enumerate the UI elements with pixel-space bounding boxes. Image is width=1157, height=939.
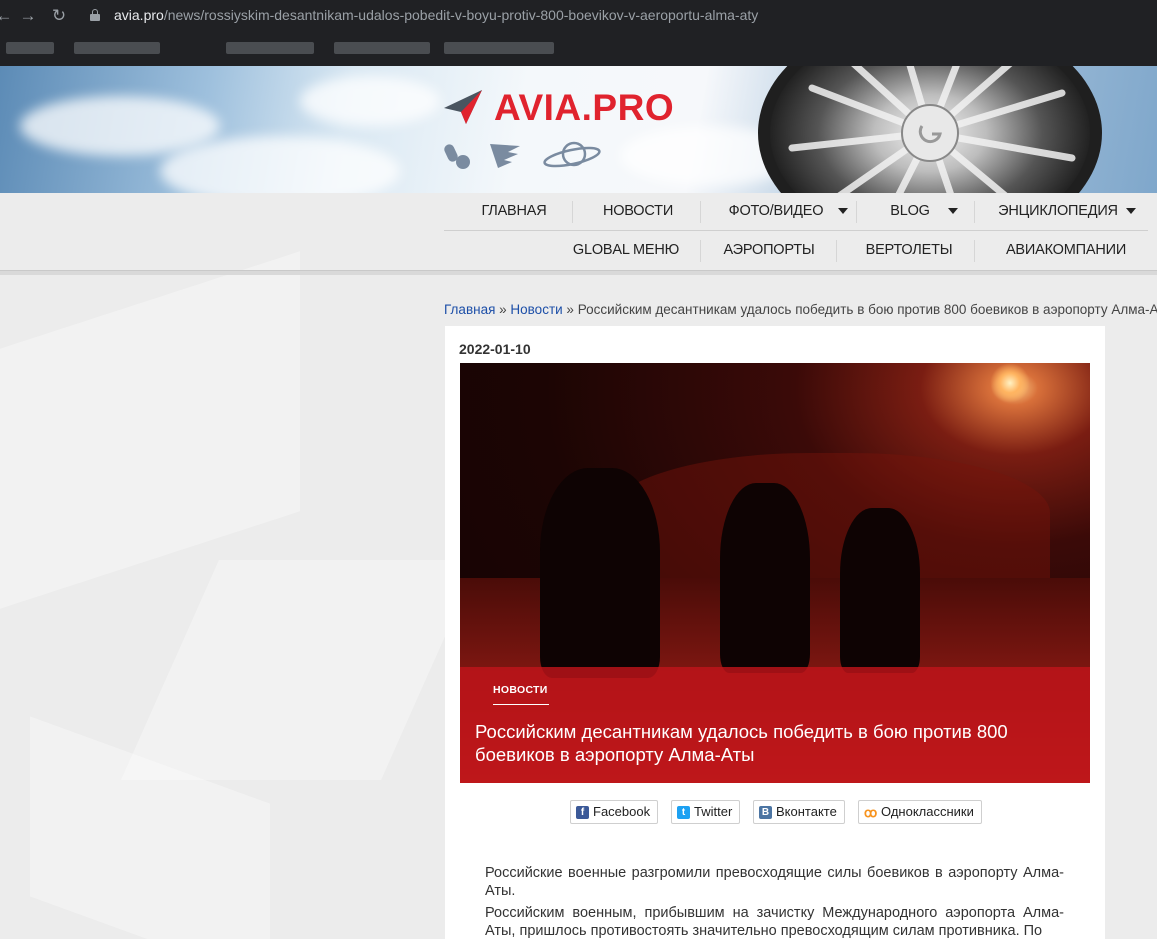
chevron-down-icon[interactable] — [1126, 208, 1136, 214]
hero-figure — [840, 508, 920, 673]
bookmarks-bar — [0, 32, 1157, 66]
article-card: 2022-01-10 НОВОСТИ Российским десантника… — [445, 326, 1105, 939]
bookmark-item[interactable] — [334, 42, 430, 54]
breadcrumb-news-link[interactable]: Новости — [510, 302, 562, 317]
background-decoration — [0, 251, 300, 609]
share-facebook-button[interactable]: f Facebook — [570, 800, 659, 824]
hero-lamp — [990, 363, 1030, 403]
facebook-icon: f — [576, 806, 589, 819]
article-title: Российским десантникам удалось победить … — [475, 721, 1008, 765]
nav-separator — [856, 201, 857, 223]
browser-address-bar: ← → ↻ avia.pro/news/rossiyskim-desantnik… — [0, 0, 1157, 32]
nav-item-helicopters[interactable]: ВЕРТОЛЕТЫ — [854, 232, 964, 270]
chevron-down-icon[interactable] — [948, 208, 958, 214]
hero-caption-overlay: НОВОСТИ Российским десантникам удалось п… — [460, 667, 1090, 783]
category-underline — [493, 704, 549, 705]
hero-building — [610, 453, 1050, 583]
forward-arrow-icon[interactable]: → — [18, 6, 38, 26]
article-category[interactable]: НОВОСТИ — [493, 684, 548, 696]
breadcrumb-home-link[interactable]: Главная — [444, 302, 495, 317]
wings-icon[interactable] — [488, 140, 522, 170]
nav-row-secondary: GLOBAL МЕНЮ АЭРОПОРТЫ ВЕРТОЛЕТЫ АВИАКОМП… — [444, 232, 1148, 270]
nav-item-airports[interactable]: АЭРОПОРТЫ — [714, 232, 824, 270]
article-date: 2022-01-10 — [459, 341, 531, 357]
chevron-down-icon[interactable] — [838, 208, 848, 214]
url-text: avia.pro/news/rossiyskim-desantnikam-uda… — [114, 7, 759, 23]
breadcrumb-separator: » — [495, 302, 511, 317]
paper-plane-icon — [444, 90, 482, 124]
bookmark-item[interactable] — [444, 42, 554, 54]
pills-icon[interactable] — [444, 140, 472, 170]
bookmark-item[interactable] — [74, 42, 160, 54]
share-twitter-button[interactable]: t Twitter — [671, 800, 741, 824]
nav-item-photo-video[interactable]: ФОТО/ВИДЕО — [722, 193, 830, 231]
vk-icon: B — [759, 806, 772, 819]
article-paragraph: Российские военные разгромили превосходя… — [485, 865, 1064, 899]
twitter-icon: t — [677, 806, 690, 819]
jet-engine-image — [758, 66, 1102, 193]
nav-separator — [974, 240, 975, 262]
breadcrumb-separator: » — [562, 302, 578, 317]
main-navigation: ГЛАВНАЯ НОВОСТИ ФОТО/ВИДЕО BLOG ЭНЦИКЛОП… — [444, 193, 1148, 271]
nav-divider — [0, 270, 1157, 275]
logo-text: AVIA.PRO — [494, 87, 675, 128]
cloud-decoration — [300, 76, 440, 126]
nav-separator — [700, 240, 701, 262]
hero-figure — [540, 468, 660, 678]
nav-item-global-menu[interactable]: GLOBAL МЕНЮ — [568, 232, 684, 270]
site-header: AVIA.PRO — [0, 66, 1157, 193]
back-arrow-icon[interactable]: ← — [0, 6, 14, 26]
article-hero-image[interactable]: НОВОСТИ Российским десантникам удалось п… — [460, 363, 1090, 783]
breadcrumb: Главная » Новости » Российским десантник… — [444, 302, 1157, 317]
hero-figure — [720, 483, 810, 673]
nav-item-news[interactable]: НОВОСТИ — [594, 193, 682, 231]
reload-icon[interactable]: ↻ — [49, 6, 69, 26]
breadcrumb-current: Российским десантникам удалось победить … — [577, 302, 1157, 317]
nav-separator — [700, 201, 701, 223]
nav-separator — [974, 201, 975, 223]
article-paragraph: Российским военным, прибывшим на зачистк… — [485, 905, 1064, 939]
bookmark-item[interactable] — [6, 42, 54, 54]
nav-separator — [836, 240, 837, 262]
url-field[interactable]: avia.pro/news/rossiyskim-desantnikam-uda… — [80, 3, 1157, 29]
nav-item-home[interactable]: ГЛАВНАЯ — [466, 193, 562, 231]
lock-icon — [90, 9, 100, 21]
background-decoration — [121, 560, 479, 780]
share-odnoklassniki-button[interactable]: ꝏ Одноклассники — [858, 800, 982, 824]
nav-item-blog[interactable]: BLOG — [878, 193, 942, 231]
bookmark-item[interactable] — [226, 42, 314, 54]
planet-icon[interactable] — [542, 140, 602, 170]
share-vk-button[interactable]: B Вконтакте — [753, 800, 845, 824]
nav-item-encyclopedia[interactable]: ЭНЦИКЛОПЕДИЯ — [996, 193, 1120, 231]
nav-row-primary: ГЛАВНАЯ НОВОСТИ ФОТО/ВИДЕО BLOG ЭНЦИКЛОП… — [444, 193, 1148, 231]
nav-separator — [572, 201, 573, 223]
odnoklassniki-icon: ꝏ — [864, 805, 878, 820]
nav-item-airlines[interactable]: АВИАКОМПАНИИ — [996, 232, 1136, 270]
